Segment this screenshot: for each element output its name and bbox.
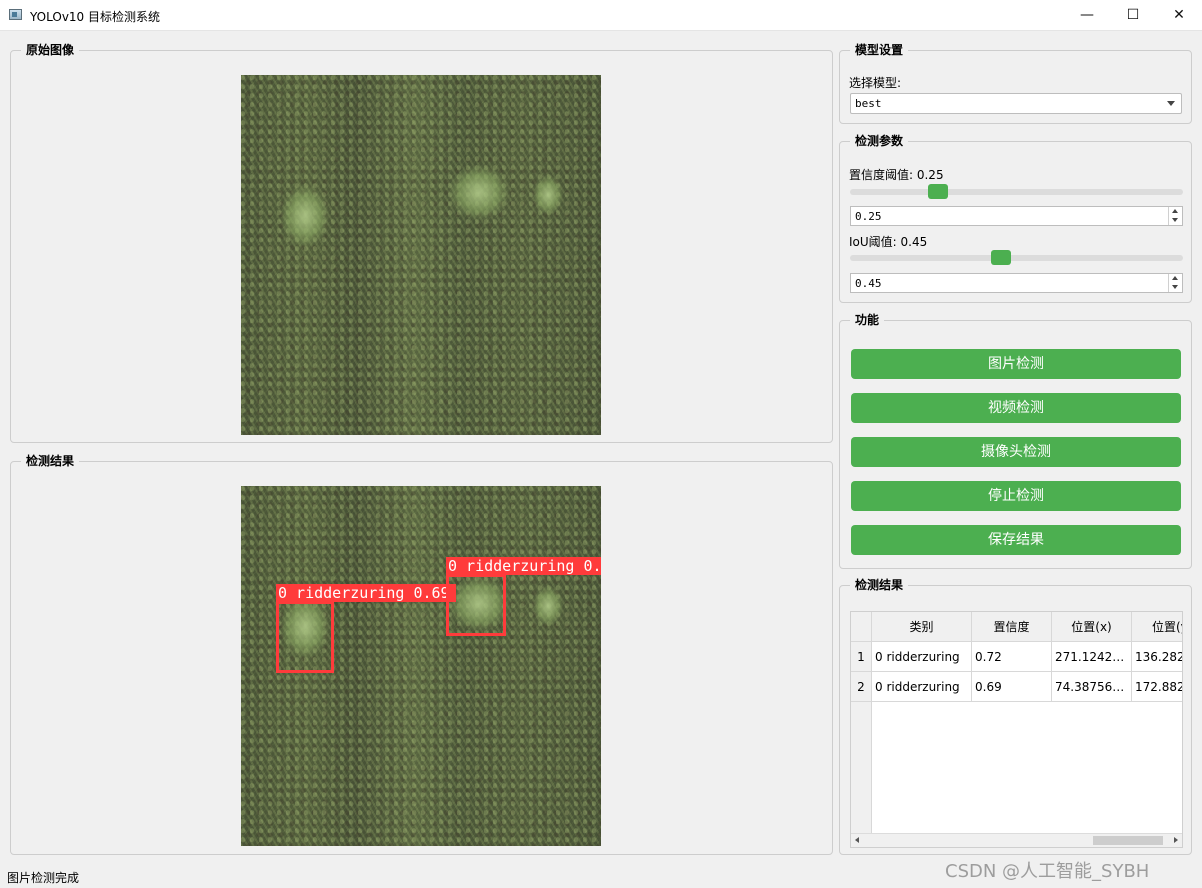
table-cell[interactable]: 0 ridderzuring: [872, 672, 972, 702]
select-model-label: 选择模型:: [849, 76, 902, 90]
stop-detect-button[interactable]: 停止检测: [851, 481, 1181, 511]
video-detect-button[interactable]: 视频检测: [851, 393, 1181, 423]
model-settings-title: 模型设置: [850, 42, 909, 58]
functions-title: 功能: [850, 312, 885, 328]
iou-slider-handle[interactable]: [991, 250, 1011, 265]
watermark: CSDN @人工智能_SYBH: [945, 861, 1150, 882]
table-cell[interactable]: 172.8820: [1132, 672, 1182, 702]
maximize-button[interactable]: ☐: [1110, 0, 1156, 31]
arrow-up-icon[interactable]: [1172, 209, 1178, 213]
grass-texture: [241, 75, 601, 435]
confidence-spinbox-value: 0.25: [855, 210, 882, 223]
results-table-title: 检测结果: [850, 577, 909, 593]
image-detect-button[interactable]: 图片检测: [851, 349, 1181, 379]
detection-params-title: 检测参数: [850, 133, 909, 149]
arrow-left-icon[interactable]: [855, 837, 859, 843]
iou-slider-track: [850, 255, 1183, 261]
confidence-spinbox[interactable]: 0.25: [850, 206, 1183, 226]
model-settings-group: 模型设置 选择模型: best: [839, 42, 1192, 124]
close-icon: ✕: [1173, 7, 1185, 23]
chevron-down-icon: [1167, 101, 1175, 106]
model-select[interactable]: best: [850, 93, 1182, 114]
weed-patch: [533, 586, 563, 626]
arrow-up-icon[interactable]: [1172, 276, 1178, 280]
table-cell[interactable]: 271.12426...: [1052, 642, 1132, 672]
scrollbar-thumb[interactable]: [1093, 836, 1163, 845]
table-cell[interactable]: 0.72: [972, 642, 1052, 672]
table-corner[interactable]: [851, 612, 872, 642]
column-header-confidence[interactable]: 置信度: [972, 612, 1052, 642]
close-button[interactable]: ✕: [1156, 0, 1202, 31]
status-bar: 图片检测完成: [7, 871, 80, 885]
minimize-icon: —: [1080, 7, 1094, 23]
row-header[interactable]: 1: [851, 642, 872, 672]
confidence-label: 置信度阈值: 0.25: [849, 168, 944, 182]
iou-spinbox[interactable]: 0.45: [850, 273, 1183, 293]
detection-box: [276, 601, 334, 673]
table-cell[interactable]: 136.2828: [1132, 642, 1182, 672]
confidence-slider[interactable]: [850, 184, 1183, 200]
confidence-slider-track: [850, 189, 1183, 195]
detection-result-title: 检测结果: [21, 453, 80, 469]
minimize-button[interactable]: —: [1064, 0, 1110, 31]
save-result-button[interactable]: 保存结果: [851, 525, 1181, 555]
weed-patch: [281, 185, 329, 247]
detection-params-group: 检测参数 置信度阈值: 0.25 0.25 IoU阈值: 0.45 0.45: [839, 133, 1192, 303]
detection-box: [446, 574, 506, 636]
iou-slider[interactable]: [850, 250, 1183, 266]
title-bar: YOLOv10 目标检测系统 — ☐ ✕: [0, 0, 1202, 31]
weed-patch: [449, 165, 509, 220]
results-table-group: 检测结果 类别 置信度 位置(x) 位置(y) 1 0 ridderzuring…: [839, 577, 1192, 855]
weed-patch: [533, 175, 563, 215]
row-header[interactable]: 2: [851, 672, 872, 702]
iou-spinbox-buttons[interactable]: [1168, 274, 1182, 292]
app-icon: [9, 9, 22, 20]
detection-label: 0 ridderzuring 0.72: [446, 557, 601, 575]
original-image: [241, 75, 601, 435]
table-cell[interactable]: 74.387565...: [1052, 672, 1132, 702]
confidence-spinbox-buttons[interactable]: [1168, 207, 1182, 225]
arrow-down-icon[interactable]: [1172, 218, 1178, 222]
model-select-value: best: [855, 97, 882, 110]
row-header-area: [851, 702, 872, 833]
result-image: 0 ridderzuring 0.69 0 ridderzuring 0.72: [241, 486, 601, 846]
iou-label: IoU阈值: 0.45: [849, 235, 928, 249]
results-table[interactable]: 类别 置信度 位置(x) 位置(y) 1 0 ridderzuring 0.72…: [850, 611, 1183, 848]
original-image-group: 原始图像: [10, 42, 833, 443]
confidence-slider-handle[interactable]: [928, 184, 948, 199]
table-cell[interactable]: 0 ridderzuring: [872, 642, 972, 672]
detection-label: 0 ridderzuring 0.69: [276, 584, 456, 602]
window-title: YOLOv10 目标检测系统: [30, 10, 161, 24]
arrow-right-icon[interactable]: [1174, 837, 1178, 843]
maximize-icon: ☐: [1126, 7, 1140, 23]
detection-result-group: 检测结果 0 ridderzuring 0.69 0 ridderzuring …: [10, 453, 833, 855]
table-cell[interactable]: 0.69: [972, 672, 1052, 702]
arrow-down-icon[interactable]: [1172, 285, 1178, 289]
iou-spinbox-value: 0.45: [855, 277, 882, 290]
horizontal-scrollbar[interactable]: [851, 833, 1182, 847]
column-header-class[interactable]: 类别: [872, 612, 972, 642]
original-image-title: 原始图像: [21, 42, 80, 58]
functions-group: 功能 图片检测 视频检测 摄像头检测 停止检测 保存结果: [839, 312, 1192, 569]
column-header-position-x[interactable]: 位置(x): [1052, 612, 1132, 642]
column-header-position-y[interactable]: 位置(y): [1132, 612, 1182, 642]
camera-detect-button[interactable]: 摄像头检测: [851, 437, 1181, 467]
